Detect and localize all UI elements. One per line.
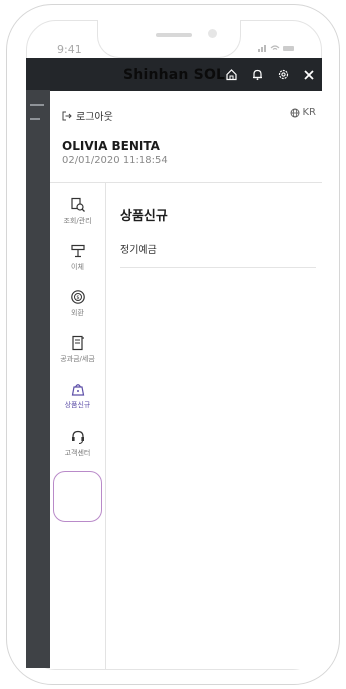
transfer-icon (70, 244, 85, 258)
bell-icon (252, 69, 262, 81)
speaker (156, 33, 192, 37)
background-text-line (30, 104, 44, 106)
close-icon (304, 69, 314, 80)
signal-wifi-battery-icon (258, 45, 294, 52)
camera (208, 29, 217, 38)
settings-button[interactable] (270, 58, 296, 91)
nav-label: 상품신규 (64, 401, 91, 409)
brand-logo: Shinhan SOL (123, 67, 226, 83)
user-name: OLIVIA BENITA (62, 139, 160, 153)
nav-divider (105, 183, 106, 669)
last-login-time: 02/01/2020 11:18:54 (62, 155, 168, 166)
gear-icon (278, 69, 288, 80)
logout-button[interactable]: 로그아웃 (62, 108, 113, 123)
header-divider (50, 182, 322, 183)
background-text-line (30, 118, 40, 120)
bill-document-icon (71, 335, 84, 351)
section-title: 상품신규 (120, 209, 168, 224)
top-icon-group (218, 58, 322, 91)
nav-item-new-product[interactable]: 상품신규 (50, 381, 105, 410)
status-icons (258, 43, 296, 55)
nav-label: 조회/관리 (63, 217, 92, 225)
notification-button[interactable] (244, 58, 270, 91)
nav-label: 이체 (71, 263, 84, 271)
globe-icon (291, 108, 300, 117)
nav-item-customer-center[interactable]: 고객센터 (50, 429, 105, 458)
language-label: KR (302, 107, 316, 118)
submenu-item-time-deposit[interactable]: 정기예금 (120, 241, 157, 256)
side-menu-drawer: 로그아웃 KR OLIVIA BENITA 02/01/2020 11:18:5… (50, 91, 322, 669)
language-button[interactable]: KR (290, 107, 316, 118)
home-button[interactable] (218, 58, 244, 91)
nav-item-bills[interactable]: 공과금/세금 (50, 335, 105, 364)
nav-label: 고객센터 (64, 449, 91, 457)
nav-label: 외환 (71, 309, 84, 317)
background-app-strip (26, 58, 50, 668)
logout-icon (62, 111, 72, 120)
nav-item-transfer[interactable]: 이체 (50, 243, 105, 272)
headset-icon (71, 430, 84, 444)
new-product-bag-icon (71, 384, 84, 396)
phone-notch (97, 20, 241, 58)
nav-item-exchange[interactable]: $ 외환 (50, 289, 105, 318)
nav-item-inquiry[interactable]: 조회/관리 (50, 197, 105, 226)
active-nav-highlight (53, 471, 102, 522)
status-time: 9:41 (57, 43, 82, 56)
svg-text:$: $ (76, 295, 79, 301)
nav-label: 공과금/세금 (60, 355, 95, 363)
close-button[interactable] (296, 58, 322, 91)
inquiry-search-icon (70, 197, 85, 212)
submenu-divider (120, 267, 316, 268)
background-app-header (26, 58, 50, 90)
app-top-bar: Shinhan SOL (50, 58, 322, 91)
home-icon (225, 69, 237, 81)
logout-label: 로그아웃 (76, 112, 113, 123)
exchange-coin-icon: $ (70, 290, 85, 304)
